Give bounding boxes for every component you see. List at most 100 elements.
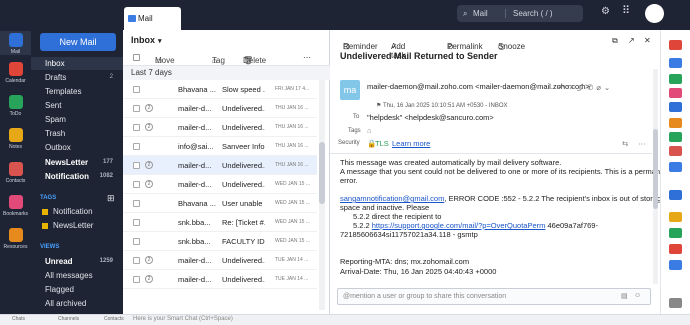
row-checkbox[interactable] <box>133 162 140 169</box>
table-row[interactable]: 2 mailer-d... Undelivered... THU JAN 16 ... <box>123 118 317 137</box>
new-mail-button[interactable]: New Mail <box>40 33 116 51</box>
list-scrollbar-thumb[interactable] <box>319 142 325 204</box>
expand-icon[interactable]: ↗ <box>628 36 635 45</box>
folder-trash[interactable]: Trash <box>31 127 123 140</box>
table-row[interactable]: snk.bba...FACULTY ID...WED JAN 15 ... <box>123 232 317 251</box>
body-line: 72185606634si11757021a34.118 - gsmtp <box>340 230 478 239</box>
table-row[interactable]: 2 mailer-d... Undelivered... TUE JAN 14 ... <box>123 251 317 270</box>
integration-icon[interactable] <box>669 190 682 200</box>
rail-todo[interactable]: ToDo <box>0 95 31 117</box>
search-bar[interactable]: ⌕ Mail Search ( / ) <box>457 5 583 22</box>
tag-newsletter[interactable]: NewsLetter <box>31 219 123 232</box>
apps-icon[interactable] <box>669 212 682 222</box>
folder-sent[interactable]: Sent <box>31 99 123 112</box>
share-comment-input[interactable]: @mention a user or group to share this c… <box>337 288 651 305</box>
thread-count: 2 <box>145 256 153 264</box>
channels-button[interactable]: Channels <box>58 316 79 322</box>
table-row[interactable]: snk.bba...Re: [Ticket #...WED JAN 15 ... <box>123 213 317 232</box>
streams-icon[interactable] <box>669 102 682 112</box>
table-row[interactable]: Bhavana ... Slow speed ... FRI JAN 17 4... <box>123 80 317 99</box>
row-checkbox[interactable] <box>133 276 140 283</box>
row-checkbox[interactable] <box>133 238 140 245</box>
folder-newsletter[interactable]: NewsLetter 177 <box>31 156 123 169</box>
calendar-icon[interactable] <box>669 40 682 50</box>
rail-mail[interactable]: Mail <box>0 31 31 55</box>
folder-outbox[interactable]: Outbox <box>31 141 123 154</box>
rail-notes[interactable]: Notes <box>0 128 31 150</box>
copy-icon[interactable]: ⧉ <box>612 36 618 46</box>
search-input[interactable]: Search ( / ) <box>513 5 553 22</box>
sender-address[interactable]: mailer-daemon@mail.zoho.com <mailer-daem… <box>367 82 590 91</box>
row-checkbox[interactable] <box>133 257 140 264</box>
apps-grid-icon[interactable]: ⠿ <box>622 4 630 17</box>
search-module-select[interactable]: Mail <box>473 5 488 22</box>
reader-scrollbar-thumb[interactable] <box>653 129 658 209</box>
view-all-messages[interactable]: All messages <box>31 269 123 282</box>
add-tag-icon[interactable]: ⌂ <box>367 126 372 135</box>
select-all-checkbox[interactable] <box>133 54 140 61</box>
rail-bookmarks[interactable]: Bookmarks <box>0 195 31 217</box>
reply-actions-icon[interactable]: ↶↷⤴✆⌀⌄ <box>558 82 613 93</box>
bookmarks-icon <box>8 195 23 209</box>
support-link[interactable]: https://support.google.com/mail/?p=OverQ… <box>372 221 546 230</box>
tasks-icon[interactable] <box>669 118 682 128</box>
drive-icon[interactable] <box>669 162 682 172</box>
avatar[interactable] <box>645 4 664 23</box>
table-row[interactable]: 2 mailer-d... Undelivered... WED JAN 15 ... <box>123 175 317 194</box>
row-checkbox[interactable] <box>133 181 140 188</box>
recipient-link[interactable]: sangamnotification@gmail.com <box>340 194 444 203</box>
contacts-icon[interactable] <box>669 74 682 84</box>
settings-icon[interactable]: ⚙ <box>601 6 610 17</box>
folder-templates[interactable]: Templates <box>31 85 123 98</box>
row-checkbox[interactable] <box>133 124 140 131</box>
attachment-icon[interactable]: ⇆ <box>622 139 628 148</box>
learn-more-link[interactable]: Learn more <box>392 139 430 148</box>
table-row[interactable]: Bhavana ...User unable ...WED JAN 15 ... <box>123 194 317 213</box>
recipient-address[interactable]: "helpdesk" <helpdesk@sancuro.com> <box>367 113 494 122</box>
folder-drafts[interactable]: Drafts 2 <box>31 71 123 84</box>
table-row[interactable]: 2 mailer-d... Undelivered... TUE JAN 14 ... <box>123 270 317 289</box>
view-flagged[interactable]: Flagged <box>31 283 123 296</box>
emoji-icon[interactable]: ☺ <box>634 292 641 299</box>
row-checkbox[interactable] <box>133 200 140 207</box>
folder-spam[interactable]: Spam <box>31 113 123 126</box>
flag-icon[interactable] <box>669 244 682 254</box>
view-unread[interactable]: Unread 1259 <box>31 255 123 268</box>
rail-resources[interactable]: Resources <box>0 228 31 250</box>
notes-icon[interactable] <box>669 88 682 98</box>
close-icon[interactable]: ✕ <box>644 36 651 45</box>
table-row-selected[interactable]: 2 mailer-d... Undelivered... THU JAN 16 ... <box>123 156 317 175</box>
notification-icon[interactable] <box>669 228 682 238</box>
bookmarks-icon[interactable] <box>669 146 682 156</box>
tab-mail[interactable]: Mail <box>124 7 181 30</box>
rail-contacts[interactable]: Contacts <box>0 162 31 184</box>
table-row[interactable]: info@sai...Sanveer Info...THU JAN 16 ... <box>123 137 317 156</box>
chat-icon[interactable] <box>669 260 682 270</box>
table-row[interactable]: 2 mailer-d... Undelivered... THU JAN 16 ... <box>123 99 317 118</box>
tag-notification[interactable]: Notification <box>31 205 123 218</box>
zoho-icon[interactable] <box>669 58 682 68</box>
attach-icon[interactable]: ▤ <box>621 292 628 300</box>
flag-icon[interactable]: ⚑ <box>376 103 383 109</box>
rail-calendar[interactable]: Calendar <box>0 62 31 84</box>
chevron-down-icon[interactable]: ▾ <box>158 38 162 45</box>
row-checkbox[interactable] <box>133 105 140 112</box>
view-all-archived[interactable]: All archived <box>31 297 123 310</box>
smart-chat-input[interactable]: Here is your Smart Chat (Ctrl+Space) <box>133 316 233 322</box>
collapse-icon[interactable] <box>669 298 682 308</box>
row-checkbox[interactable] <box>133 86 140 93</box>
folder-inbox[interactable]: Inbox <box>31 57 123 70</box>
row-checkbox[interactable] <box>133 219 140 226</box>
list-scrollbar[interactable] <box>319 80 325 310</box>
links-icon[interactable] <box>669 132 682 142</box>
body-line: 5.2.2 direct the recipient to <box>353 212 442 221</box>
chats-button[interactable]: Chats <box>12 316 25 322</box>
row-checkbox[interactable] <box>133 143 140 150</box>
more-options-icon[interactable]: ⋯ <box>638 139 646 148</box>
folder-notification[interactable]: Notification 1082 <box>31 170 123 183</box>
more-options-icon[interactable]: ⋯ <box>303 53 311 62</box>
tag-color-icon <box>42 223 48 229</box>
reader-scrollbar[interactable] <box>653 69 658 284</box>
contacts-button[interactable]: Contacts <box>104 316 124 322</box>
add-tag-icon[interactable]: ⊞ <box>107 193 115 204</box>
